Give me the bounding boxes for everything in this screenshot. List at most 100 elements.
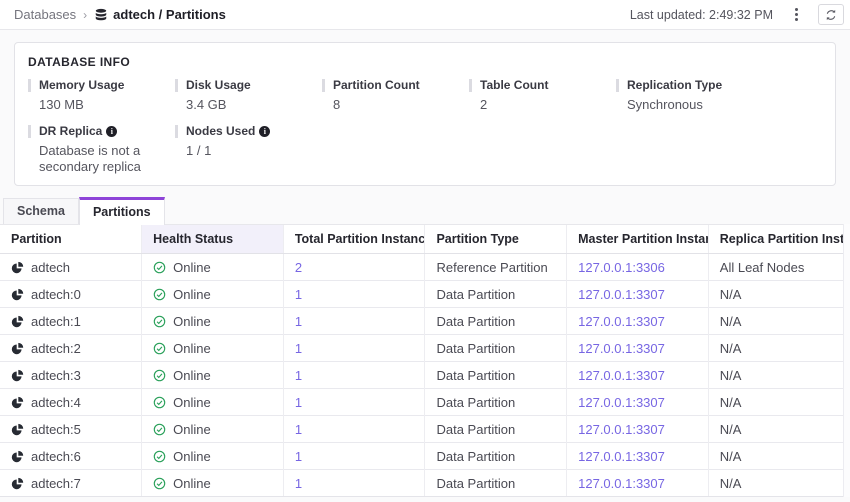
- partition-name: adtech:4: [31, 395, 81, 410]
- online-check-icon: [153, 288, 166, 301]
- master-instance-link[interactable]: 127.0.0.1:3307: [578, 476, 665, 491]
- stats-grid: Memory Usage 130 MB Disk Usage 3.4 GB Pa…: [28, 79, 821, 175]
- table-row: adtech:1 Online 1 Data Partition 127.0.0…: [0, 308, 850, 335]
- kebab-menu-button[interactable]: [786, 5, 806, 25]
- table-row: adtech:6 Online 1 Data Partition 127.0.0…: [0, 443, 850, 470]
- partition-name: adtech:0: [31, 287, 81, 302]
- topbar-meta: Last updated: 2:49:32 PM: [630, 4, 846, 25]
- master-instance-link[interactable]: 127.0.0.1:3307: [578, 368, 665, 383]
- health-status-label: Online: [173, 422, 211, 437]
- health-status-label: Online: [173, 341, 211, 356]
- partition-name: adtech:7: [31, 476, 81, 491]
- breadcrumb-separator: ›: [83, 8, 87, 22]
- master-instance-link[interactable]: 127.0.0.1:3307: [578, 422, 665, 437]
- partition-type: Data Partition: [425, 335, 567, 362]
- stat-memory-usage: Memory Usage 130 MB: [28, 79, 175, 113]
- refresh-icon: [825, 9, 837, 21]
- partition-pie-icon: [11, 369, 24, 382]
- refresh-button[interactable]: [818, 4, 844, 25]
- column-header-health-status[interactable]: Health Status: [142, 225, 284, 254]
- card-title: DATABASE INFO: [28, 55, 821, 69]
- table-row: adtech:3 Online 1 Data Partition 127.0.0…: [0, 362, 850, 389]
- column-header-partition-type[interactable]: Partition Type: [425, 225, 567, 254]
- table-row: adtech:7 Online 1 Data Partition 127.0.0…: [0, 470, 850, 497]
- master-instance-link[interactable]: 127.0.0.1:3307: [578, 314, 665, 329]
- stat-value: Synchronous: [627, 97, 763, 113]
- health-status-label: Online: [173, 260, 211, 275]
- partition-pie-icon: [11, 423, 24, 436]
- online-check-icon: [153, 261, 166, 274]
- last-updated-text: Last updated: 2:49:32 PM: [630, 8, 773, 22]
- partition-name: adtech: [31, 260, 70, 275]
- top-bar: Databases › adtech / Partitions Last upd…: [0, 0, 850, 30]
- partition-type: Data Partition: [425, 443, 567, 470]
- breadcrumb-current: adtech / Partitions: [94, 7, 226, 22]
- vertical-scrollbar[interactable]: [843, 224, 850, 497]
- stat-value: 2: [480, 97, 616, 113]
- partitions-table-body: adtech Online 2 Reference Partition 127.…: [0, 254, 850, 497]
- online-check-icon: [153, 315, 166, 328]
- replica-instance: N/A: [708, 416, 850, 443]
- partition-type: Data Partition: [425, 389, 567, 416]
- health-status-label: Online: [173, 368, 211, 383]
- total-instances-link[interactable]: 1: [295, 395, 302, 410]
- table-row: adtech:2 Online 1 Data Partition 127.0.0…: [0, 335, 850, 362]
- table-header-row: Partition Health Status Total Partition …: [0, 225, 850, 254]
- replica-instance: N/A: [708, 470, 850, 497]
- partition-type: Data Partition: [425, 470, 567, 497]
- info-icon[interactable]: [106, 126, 117, 137]
- total-instances-link[interactable]: 1: [295, 314, 302, 329]
- stat-partition-count: Partition Count 8: [322, 79, 469, 113]
- stat-value: 8: [333, 97, 469, 113]
- tab-partitions[interactable]: Partitions: [79, 197, 165, 225]
- stat-label: Nodes Used: [186, 125, 255, 138]
- column-header-master-instance[interactable]: Master Partition Instance ...: [567, 225, 709, 254]
- stat-nodes-used: Nodes Used 1 / 1: [175, 125, 322, 175]
- stat-value: 130 MB: [39, 97, 175, 113]
- table-row: adtech:5 Online 1 Data Partition 127.0.0…: [0, 416, 850, 443]
- master-instance-link[interactable]: 127.0.0.1:3307: [578, 341, 665, 356]
- total-instances-link[interactable]: 1: [295, 368, 302, 383]
- column-header-partition[interactable]: Partition: [0, 225, 142, 254]
- online-check-icon: [153, 477, 166, 490]
- online-check-icon: [153, 342, 166, 355]
- replica-instance: N/A: [708, 281, 850, 308]
- total-instances-link[interactable]: 1: [295, 476, 302, 491]
- online-check-icon: [153, 396, 166, 409]
- partition-type: Reference Partition: [425, 254, 567, 281]
- master-instance-link[interactable]: 127.0.0.1:3306: [578, 260, 665, 275]
- master-instance-link[interactable]: 127.0.0.1:3307: [578, 395, 665, 410]
- total-instances-link[interactable]: 1: [295, 287, 302, 302]
- total-instances-link[interactable]: 2: [295, 260, 302, 275]
- stat-dr-replica: DR Replica Database is not a secondary r…: [28, 125, 175, 175]
- column-header-replica-instance[interactable]: Replica Partition Instance ...: [708, 225, 850, 254]
- total-instances-link[interactable]: 1: [295, 449, 302, 464]
- health-status-label: Online: [173, 476, 211, 491]
- health-status-label: Online: [173, 314, 211, 329]
- breadcrumb-databases-link[interactable]: Databases: [14, 7, 76, 22]
- partition-name: adtech:3: [31, 368, 81, 383]
- replica-instance: N/A: [708, 308, 850, 335]
- health-status-label: Online: [173, 449, 211, 464]
- table-row: adtech Online 2 Reference Partition 127.…: [0, 254, 850, 281]
- master-instance-link[interactable]: 127.0.0.1:3307: [578, 287, 665, 302]
- partition-pie-icon: [11, 477, 24, 490]
- stat-replication-type: Replication Type Synchronous: [616, 79, 763, 113]
- master-instance-link[interactable]: 127.0.0.1:3307: [578, 449, 665, 464]
- health-status-label: Online: [173, 395, 211, 410]
- partition-name: adtech:6: [31, 449, 81, 464]
- partition-name: adtech:2: [31, 341, 81, 356]
- partition-pie-icon: [11, 342, 24, 355]
- total-instances-link[interactable]: 1: [295, 422, 302, 437]
- column-header-total-instances[interactable]: Total Partition Instances: [283, 225, 425, 254]
- stat-label: Table Count: [480, 79, 548, 92]
- tab-schema[interactable]: Schema: [3, 198, 79, 224]
- database-info-card: DATABASE INFO Memory Usage 130 MB Disk U…: [14, 42, 836, 186]
- replica-instance: N/A: [708, 335, 850, 362]
- tab-bar: Schema Partitions: [3, 196, 850, 224]
- total-instances-link[interactable]: 1: [295, 341, 302, 356]
- partition-pie-icon: [11, 261, 24, 274]
- info-icon[interactable]: [259, 126, 270, 137]
- partition-name: adtech:1: [31, 314, 81, 329]
- stat-table-count: Table Count 2: [469, 79, 616, 113]
